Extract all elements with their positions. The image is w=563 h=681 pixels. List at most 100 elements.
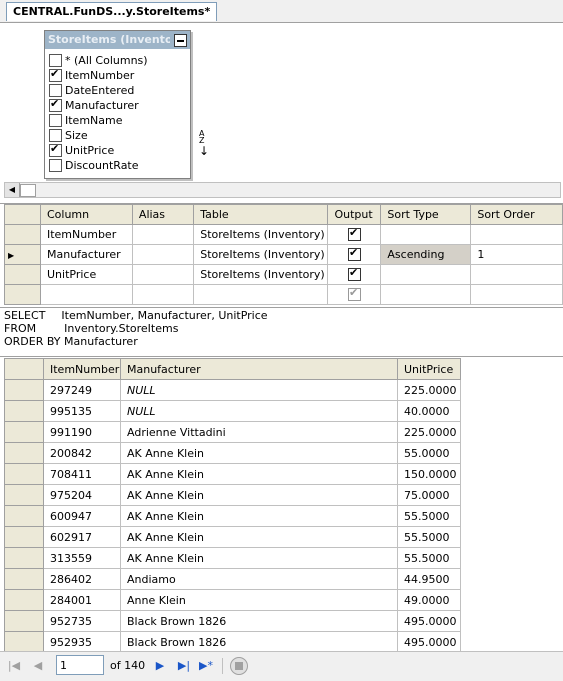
scrollbar-thumb[interactable] [20, 184, 36, 197]
row-selector[interactable] [4, 589, 44, 611]
criteria-cell-sort-order[interactable] [470, 284, 563, 305]
row-selector[interactable] [4, 526, 44, 548]
table-row[interactable]: 200842 AK Anne Klein 55.0000 [4, 442, 461, 464]
row-selector[interactable] [4, 568, 44, 590]
next-record-icon[interactable]: ▶ [152, 658, 168, 674]
table-row[interactable]: 991190 Adrienne Vittadini 225.0000 [4, 421, 461, 443]
row-selector[interactable] [4, 631, 44, 652]
table-row[interactable]: 995135 NULL 40.0000 [4, 400, 461, 422]
criteria-row[interactable] [4, 284, 563, 305]
table-row[interactable]: 952935 Black Brown 1826 495.0000 [4, 631, 461, 652]
results-cell-manufacturer[interactable]: AK Anne Klein [120, 442, 398, 464]
row-selector[interactable] [4, 264, 41, 285]
column-checkbox[interactable] [49, 84, 62, 97]
table-row[interactable]: 952735 Black Brown 1826 495.0000 [4, 610, 461, 632]
results-header-unitprice[interactable]: UnitPrice [397, 358, 461, 380]
results-cell-itemnumber[interactable]: 995135 [43, 400, 121, 422]
results-header-manufacturer[interactable]: Manufacturer [120, 358, 398, 380]
criteria-cell-output[interactable] [327, 284, 382, 305]
results-cell-itemnumber[interactable]: 952735 [43, 610, 121, 632]
criteria-cell-output[interactable] [327, 264, 382, 285]
row-selector[interactable] [4, 442, 44, 464]
table-box[interactable]: StoreItems (Inventory) * (All Columns) It… [44, 30, 209, 179]
criteria-row[interactable]: UnitPrice StoreItems (Inventory) [4, 264, 563, 285]
criteria-cell-table[interactable]: StoreItems (Inventory) [193, 244, 329, 265]
table-row[interactable]: 602917 AK Anne Klein 55.5000 [4, 526, 461, 548]
results-cell-manufacturer[interactable]: AK Anne Klein [120, 463, 398, 485]
output-checkbox[interactable] [347, 286, 361, 302]
column-checkbox[interactable] [49, 54, 62, 67]
criteria-cell-table[interactable]: StoreItems (Inventory) [193, 264, 329, 285]
row-selector[interactable] [4, 224, 41, 245]
row-selector[interactable] [4, 379, 44, 401]
results-cell-itemnumber[interactable]: 286402 [43, 568, 121, 590]
results-cell-manufacturer[interactable]: Anne Klein [120, 589, 398, 611]
results-cell-itemnumber[interactable]: 602917 [43, 526, 121, 548]
results-cell-itemnumber[interactable]: 975204 [43, 484, 121, 506]
criteria-cell-sort-type[interactable] [380, 284, 472, 305]
criteria-cell-column[interactable] [39, 284, 133, 305]
criteria-cell-sort-order[interactable] [470, 224, 563, 245]
previous-record-icon[interactable]: ◀ [30, 658, 46, 674]
table-row[interactable]: 313559 AK Anne Klein 55.5000 [4, 547, 461, 569]
scroll-left-icon[interactable]: ◀ [5, 183, 20, 197]
results-cell-manufacturer[interactable]: Black Brown 1826 [120, 631, 398, 652]
row-selector[interactable] [4, 421, 44, 443]
results-cell-unitprice[interactable]: 495.0000 [397, 631, 461, 652]
criteria-cell-output[interactable] [327, 224, 382, 245]
results-cell-unitprice[interactable]: 55.5000 [397, 505, 461, 527]
criteria-cell-sort-type[interactable]: Ascending [380, 244, 472, 265]
results-cell-itemnumber[interactable]: 600947 [43, 505, 121, 527]
results-cell-unitprice[interactable]: 44.9500 [397, 568, 461, 590]
first-record-icon[interactable]: |◀ [6, 658, 22, 674]
row-selector[interactable] [4, 463, 44, 485]
results-cell-manufacturer[interactable]: AK Anne Klein [120, 484, 398, 506]
current-record-input[interactable]: 1 [56, 655, 104, 675]
stop-execution-icon[interactable] [230, 657, 248, 675]
column-checkbox[interactable] [49, 67, 62, 82]
results-cell-manufacturer[interactable]: Black Brown 1826 [120, 610, 398, 632]
criteria-cell-sort-type[interactable] [380, 224, 472, 245]
results-cell-itemnumber[interactable]: 200842 [43, 442, 121, 464]
results-header-itemnumber[interactable]: ItemNumber [43, 358, 121, 380]
results-cell-unitprice[interactable]: 49.0000 [397, 589, 461, 611]
criteria-cell-alias[interactable] [131, 224, 195, 245]
criteria-cell-table[interactable]: StoreItems (Inventory) [193, 224, 329, 245]
output-checkbox[interactable] [347, 266, 361, 282]
criteria-cell-column[interactable]: Manufacturer [39, 244, 133, 265]
results-cell-unitprice[interactable]: 55.5000 [397, 526, 461, 548]
results-cell-manufacturer[interactable]: NULL [120, 379, 398, 401]
results-cell-unitprice[interactable]: 40.0000 [397, 400, 461, 422]
table-row[interactable]: 708411 AK Anne Klein 150.0000 [4, 463, 461, 485]
query-tab[interactable]: CENTRAL.FunDS...y.StoreItems* [6, 2, 218, 21]
output-checkbox[interactable] [347, 226, 361, 242]
column-checkbox[interactable] [49, 114, 62, 127]
criteria-cell-sort-order[interactable]: 1 [470, 244, 563, 265]
table-row[interactable]: 284001 Anne Klein 49.0000 [4, 589, 461, 611]
results-cell-unitprice[interactable]: 75.0000 [397, 484, 461, 506]
results-cell-unitprice[interactable]: 225.0000 [397, 421, 461, 443]
results-cell-itemnumber[interactable]: 708411 [43, 463, 121, 485]
results-cell-manufacturer[interactable]: NULL [120, 400, 398, 422]
criteria-cell-sort-order[interactable] [470, 264, 563, 285]
results-cell-itemnumber[interactable]: 284001 [43, 589, 121, 611]
results-cell-unitprice[interactable]: 225.0000 [397, 379, 461, 401]
minimize-icon[interactable] [174, 34, 187, 47]
criteria-cell-output[interactable] [327, 244, 382, 265]
column-checkbox[interactable] [49, 129, 62, 142]
column-checkbox[interactable] [49, 97, 62, 112]
criteria-cell-alias[interactable] [131, 244, 195, 265]
row-selector[interactable]: ▶ [4, 244, 41, 265]
results-cell-itemnumber[interactable]: 297249 [43, 379, 121, 401]
table-row[interactable]: 600947 AK Anne Klein 55.5000 [4, 505, 461, 527]
results-cell-unitprice[interactable]: 55.0000 [397, 442, 461, 464]
sql-pane[interactable]: SELECT ItemNumber, Manufacturer, UnitPric… [0, 307, 563, 356]
last-record-icon[interactable]: ▶| [176, 658, 192, 674]
results-cell-itemnumber[interactable]: 313559 [43, 547, 121, 569]
diagram-horizontal-scrollbar[interactable]: ◀ [4, 182, 561, 198]
results-cell-manufacturer[interactable]: Adrienne Vittadini [120, 421, 398, 443]
results-cell-manufacturer[interactable]: Andiamo [120, 568, 398, 590]
criteria-cell-alias[interactable] [131, 284, 195, 305]
criteria-cell-column[interactable]: ItemNumber [39, 224, 133, 245]
criteria-cell-table[interactable] [193, 284, 329, 305]
